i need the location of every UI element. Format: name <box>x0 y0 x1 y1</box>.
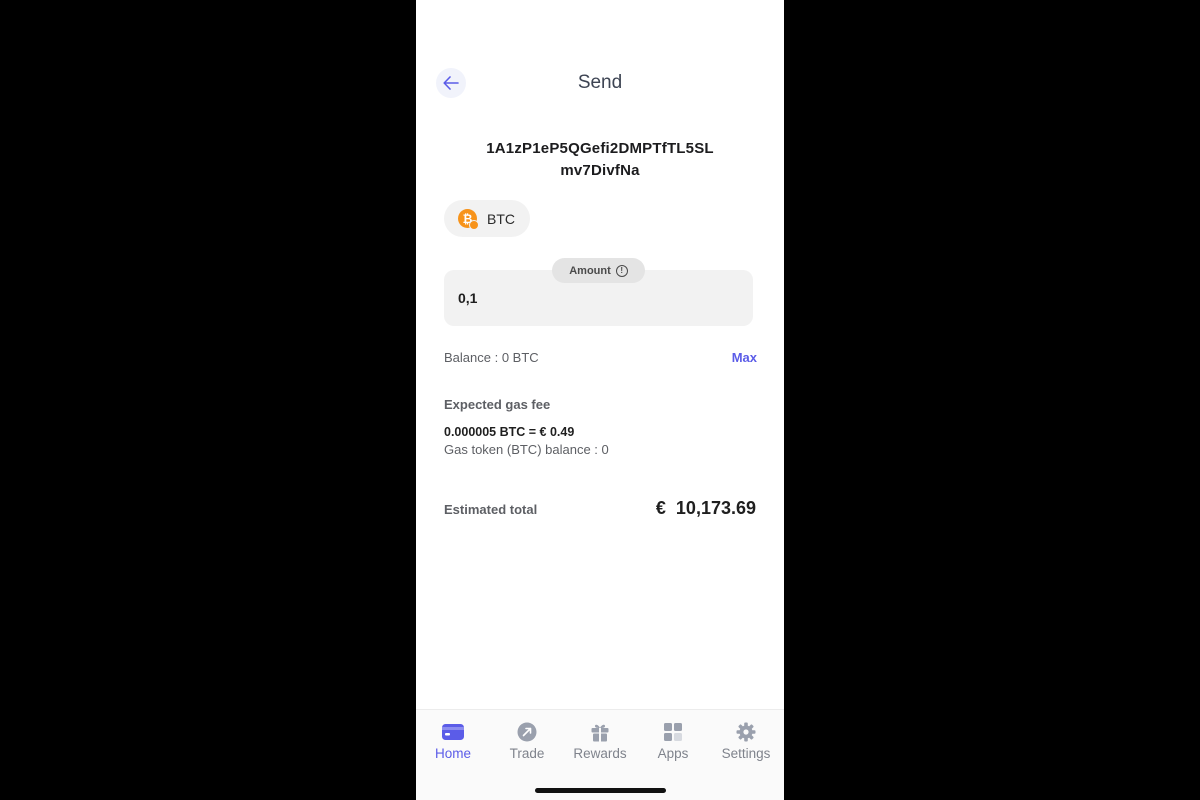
tab-home[interactable]: Home <box>417 722 489 761</box>
swap-icon <box>517 722 537 742</box>
tab-rewards[interactable]: Rewards <box>564 722 636 761</box>
tab-settings[interactable]: Settings <box>710 722 782 761</box>
tab-trade[interactable]: Trade <box>491 722 563 761</box>
balance-label: Balance : <box>444 350 502 365</box>
address-line-2: mv7DivfNa <box>560 162 640 179</box>
bitcoin-icon: ₿ <box>458 209 479 230</box>
wallet-icon <box>442 724 464 740</box>
recipient-address: 1A1zP1eP5QGefi2DMPTfTL5SL mv7DivfNa <box>456 138 744 182</box>
tab-apps[interactable]: Apps <box>637 722 709 761</box>
total-amount: 10,173.69 <box>675 498 756 518</box>
balance-value: 0 BTC <box>501 350 539 365</box>
balance-row: Balance : 0 BTC Max <box>444 350 757 366</box>
page-title: Send <box>577 72 623 93</box>
tab-settings-label: Settings <box>721 746 771 761</box>
gas-fee-value: 0.000005 BTC = € 0.49 <box>444 425 575 439</box>
estimated-total-label: Estimated total <box>444 502 538 517</box>
home-indicator <box>535 788 666 793</box>
tab-home-label: Home <box>434 746 471 761</box>
amount-label: Amount <box>569 264 611 277</box>
phone-screen: Send 1A1zP1eP5QGefi2DMPTfTL5SL mv7DivfNa… <box>416 0 784 800</box>
bottom-tab-bar: Home Trade Rewards Apps Settings <box>416 709 784 800</box>
tab-apps-label: Apps <box>657 746 689 761</box>
amount-label-tag: Amount ! <box>552 258 645 283</box>
gas-fee-label: Expected gas fee <box>444 397 551 412</box>
amount-input[interactable] <box>458 290 718 306</box>
grid-icon <box>664 723 682 741</box>
header: Send <box>416 62 784 106</box>
tab-trade-label: Trade <box>509 746 545 761</box>
gear-icon <box>736 722 756 742</box>
info-icon[interactable]: ! <box>615 264 628 277</box>
estimated-total-value: €10,173.69 <box>656 498 756 519</box>
total-currency: € <box>655 498 666 518</box>
address-line-1: 1A1zP1eP5QGefi2DMPTfTL5SL <box>486 140 714 157</box>
token-symbol: BTC <box>487 210 515 227</box>
gas-token-balance: Gas token (BTC) balance : 0 <box>444 442 609 457</box>
tab-rewards-label: Rewards <box>573 746 627 761</box>
max-button[interactable]: Max <box>732 350 757 365</box>
token-selector[interactable]: ₿ BTC <box>444 200 530 237</box>
gift-icon <box>591 724 609 742</box>
